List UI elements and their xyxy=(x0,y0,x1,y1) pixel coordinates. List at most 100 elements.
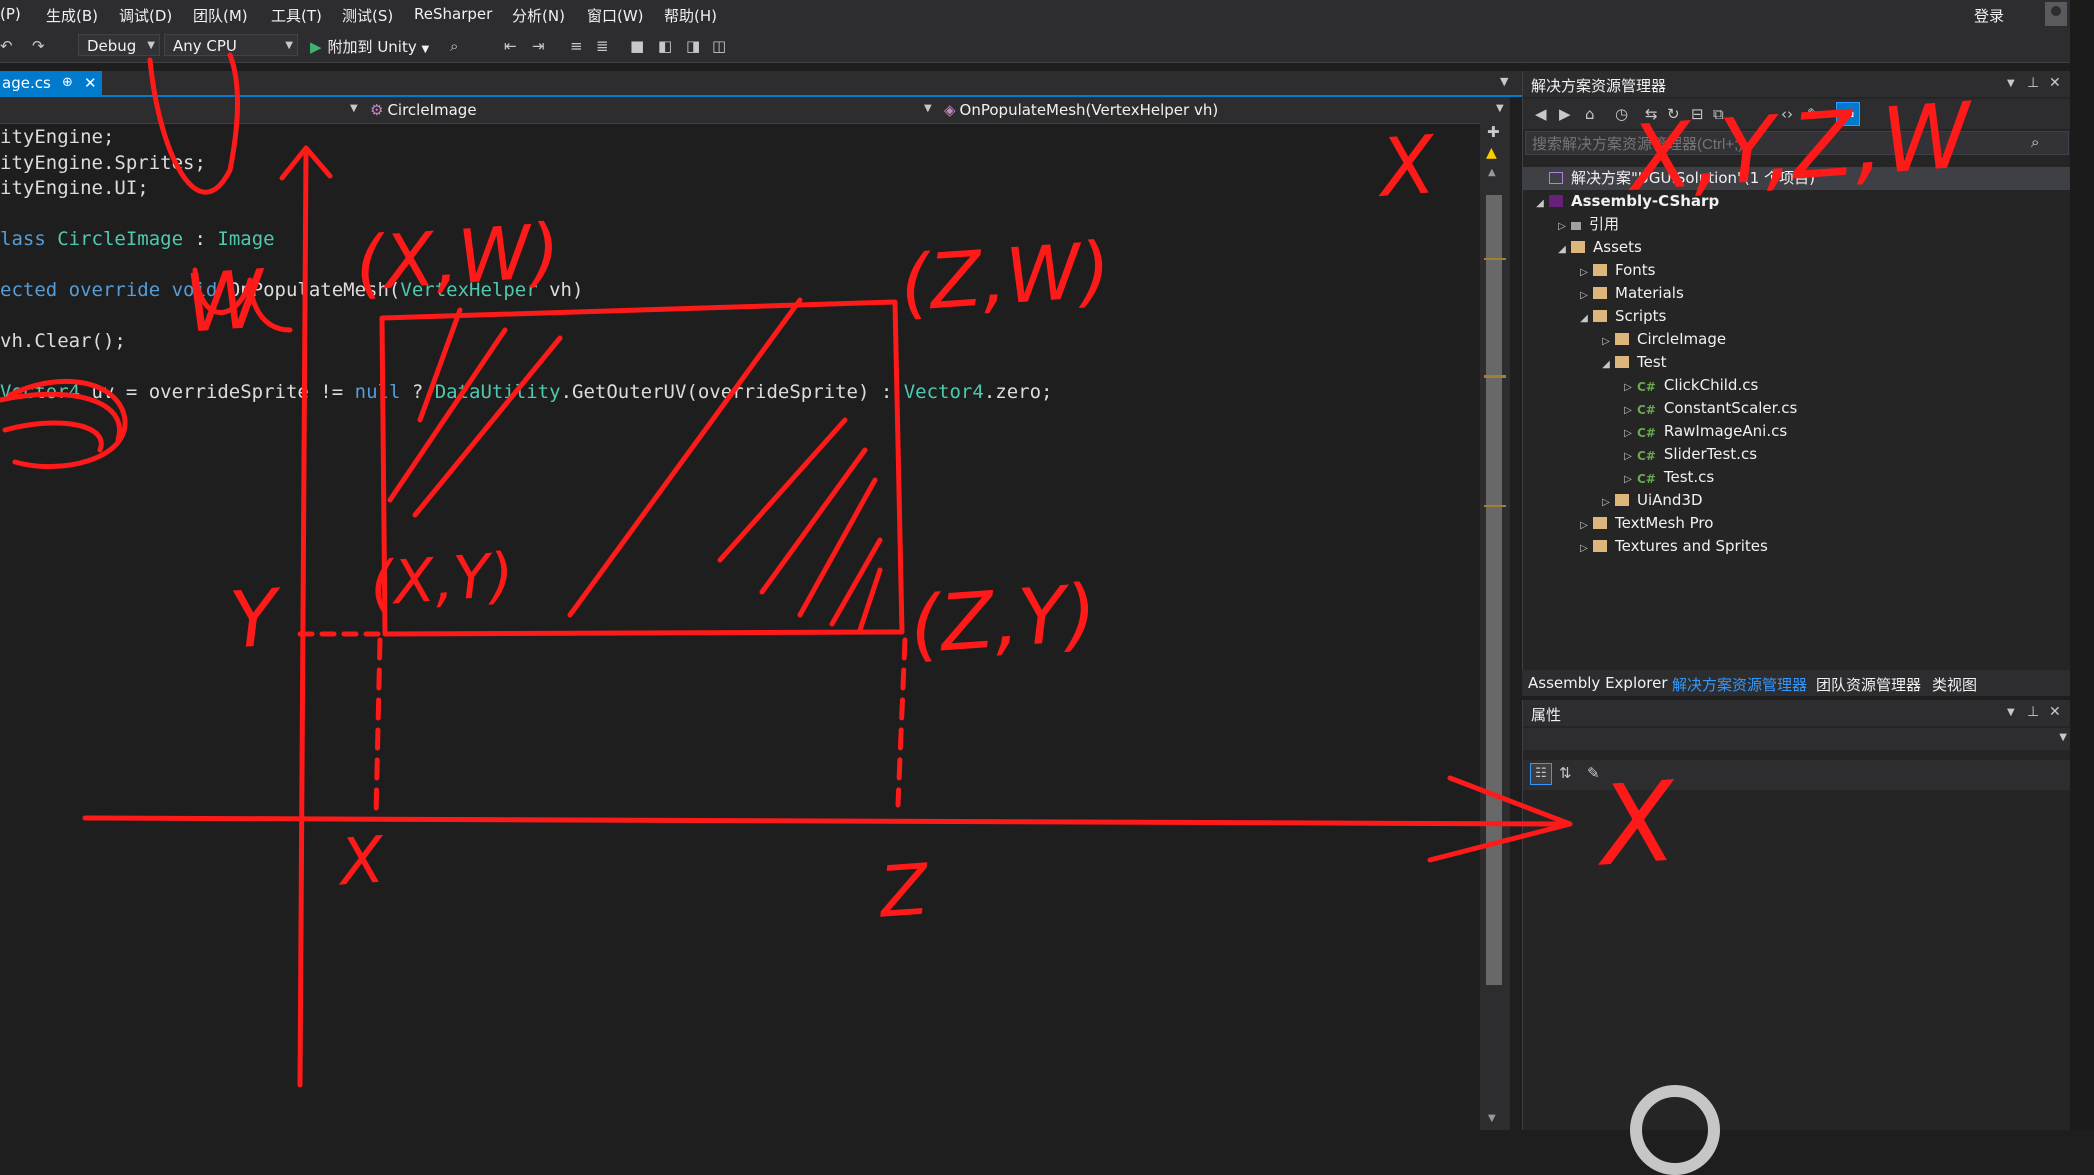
tree-item[interactable]: 解决方案"UGUISolution"(1 个项目) xyxy=(1523,167,2071,190)
login-link[interactable]: 登录 xyxy=(1974,5,2004,26)
categorized-icon[interactable]: ☷ xyxy=(1530,763,1552,785)
collapse-arrow-icon[interactable]: ◢ xyxy=(1531,192,1549,215)
object-selector[interactable]: ▼ xyxy=(1523,728,2071,750)
code-editor[interactable]: ityEngine; ityEngine.Sprites; ityEngine.UI… xyxy=(0,126,1480,1130)
collapse-arrow-icon[interactable]: ◢ xyxy=(1597,353,1615,376)
tree-item[interactable]: ▷ C# SliderTest.cs xyxy=(1619,443,1757,466)
tab-assembly-explorer[interactable]: Assembly Explorer xyxy=(1528,674,1668,692)
tree-item[interactable]: ▷ C# Test.cs xyxy=(1619,466,1714,489)
tree-item[interactable]: ◢ Assets xyxy=(1553,236,1642,259)
search-icon[interactable]: ⌕ xyxy=(2031,133,2039,151)
config-select[interactable]: Debug ▼ xyxy=(78,34,160,56)
chevron-down-icon[interactable]: ▼ xyxy=(1500,75,1508,88)
menu-window[interactable]: 窗口(W) xyxy=(587,5,644,26)
sync-icon[interactable]: ⇆ xyxy=(1645,105,1658,123)
member-selector[interactable]: ◈ OnPopulateMesh(VertexHelper vh) xyxy=(944,99,1218,121)
step-icon[interactable]: ⇤ xyxy=(504,37,517,55)
menu-analyze[interactable]: 分析(N) xyxy=(512,5,565,26)
split-icon[interactable]: ✚ xyxy=(1487,123,1500,141)
back-icon[interactable]: ◀ xyxy=(1535,105,1547,123)
refresh-icon[interactable]: ↻ xyxy=(1667,105,1680,123)
collapse-arrow-icon[interactable]: ◢ xyxy=(1553,238,1571,261)
comment-icon[interactable]: ≡ xyxy=(570,37,583,55)
tree-item[interactable]: ▷ Fonts xyxy=(1575,259,1655,282)
step-over-icon[interactable]: ⇥ xyxy=(532,37,545,55)
pin-icon[interactable]: ⊕ xyxy=(62,71,73,95)
bookmark-prev-icon[interactable]: ◧ xyxy=(658,37,672,55)
tab-team-explorer[interactable]: 团队资源管理器 xyxy=(1816,674,1921,695)
menu-debug[interactable]: 调试(D) xyxy=(119,5,172,26)
tree-item[interactable]: ▷ Textures and Sprites xyxy=(1575,535,1768,558)
chevron-down-icon[interactable]: ▼ xyxy=(1496,103,1504,114)
tab-class-view[interactable]: 类视图 xyxy=(1932,674,1977,695)
menu-help[interactable]: 帮助(H) xyxy=(664,5,717,26)
menu-team[interactable]: 团队(M) xyxy=(193,5,248,26)
close-icon[interactable]: ✕ xyxy=(2049,75,2061,91)
vertical-scrollbar[interactable]: ✚ ▲ ▲ ▼ xyxy=(1480,123,1510,1130)
tab-solution-explorer[interactable]: 解决方案资源管理器 xyxy=(1672,674,1807,695)
expand-arrow-icon[interactable]: ▷ xyxy=(1597,330,1615,353)
chevron-down-icon[interactable]: ▼ xyxy=(2007,78,2015,89)
expand-arrow-icon[interactable]: ▷ xyxy=(1553,215,1571,238)
tree-item[interactable]: ◢ Scripts xyxy=(1575,305,1666,328)
bookmark-next-icon[interactable]: ◨ xyxy=(686,37,700,55)
alphabetical-icon[interactable]: ⇅ xyxy=(1559,764,1572,782)
attach-unity-button[interactable]: ▶ 附加到 Unity ▼ xyxy=(310,36,429,57)
expand-arrow-icon[interactable]: ▷ xyxy=(1619,445,1637,468)
home-icon[interactable]: ⌂ xyxy=(1585,105,1595,123)
menu-build[interactable]: 生成(B) xyxy=(46,5,98,26)
tree-item[interactable]: ▷ CircleImage xyxy=(1597,328,1726,351)
tree-item[interactable]: ▷ C# ClickChild.cs xyxy=(1619,374,1758,397)
expand-arrow-icon[interactable]: ▷ xyxy=(1575,284,1593,307)
preview-toggle-icon[interactable]: ▬ xyxy=(1836,102,1860,126)
bookmark-clear-icon[interactable]: ◫ xyxy=(712,37,726,55)
class-selector[interactable]: ⚙ CircleImage xyxy=(370,99,477,121)
menu-resharper[interactable]: ReSharper xyxy=(414,5,492,23)
menu-tools[interactable]: 工具(T) xyxy=(271,5,322,26)
expand-arrow-icon[interactable]: ▷ xyxy=(1619,422,1637,445)
tree-item[interactable]: ▷ TextMesh Pro xyxy=(1575,512,1713,535)
tree-item[interactable]: ◢ Test xyxy=(1597,351,1666,376)
code-view-icon[interactable]: ‹› xyxy=(1781,105,1793,123)
chevron-down-icon[interactable]: ▼ xyxy=(924,103,932,114)
close-icon[interactable]: ✕ xyxy=(2049,704,2061,720)
tree-item[interactable]: ▷ UiAnd3D xyxy=(1597,489,1702,514)
chevron-down-icon[interactable]: ▼ xyxy=(2007,707,2015,718)
tree-item[interactable]: ◢ Assembly-CSharp xyxy=(1531,190,1719,213)
search-input[interactable] xyxy=(1530,133,2014,155)
find-icon[interactable]: ⌕ xyxy=(450,37,458,55)
collapse-arrow-icon[interactable]: ◢ xyxy=(1575,307,1593,330)
solution-search-box[interactable]: ⌕ xyxy=(1525,131,2069,155)
expand-arrow-icon[interactable]: ▷ xyxy=(1619,399,1637,422)
expand-arrow-icon[interactable]: ▷ xyxy=(1575,261,1593,284)
platform-select[interactable]: Any CPU ▼ xyxy=(164,34,298,56)
bookmark-icon[interactable]: ■ xyxy=(630,37,644,55)
scroll-down-icon[interactable]: ▼ xyxy=(1488,1113,1496,1124)
expand-arrow-icon[interactable]: ▷ xyxy=(1597,491,1615,514)
history-icon[interactable]: ◷ xyxy=(1615,105,1628,123)
tree-item[interactable]: ▷ C# ConstantScaler.cs xyxy=(1619,397,1797,420)
tab-circleimage-cs[interactable]: age.cs ⊕ ✕ xyxy=(0,71,102,95)
pin-icon[interactable]: ⊥ xyxy=(2027,704,2039,720)
expand-arrow-icon[interactable]: ▷ xyxy=(1619,376,1637,399)
chevron-down-icon[interactable]: ▼ xyxy=(350,103,358,114)
forward-icon[interactable]: ▶ xyxy=(1559,105,1571,123)
expand-arrow-icon[interactable]: ▷ xyxy=(1575,537,1593,560)
expand-arrow-icon[interactable]: ▷ xyxy=(1619,468,1637,491)
close-icon[interactable]: ✕ xyxy=(84,71,97,95)
pin-icon[interactable]: ⊥ xyxy=(2027,75,2039,91)
tree-item[interactable]: ▷ 引用 xyxy=(1553,213,1619,236)
scroll-thumb[interactable] xyxy=(1486,195,1502,985)
property-pages-icon[interactable]: ✎ xyxy=(1587,764,1600,782)
tree-item[interactable]: ▷ Materials xyxy=(1575,282,1684,305)
redo-icon[interactable]: ↷ xyxy=(32,37,45,55)
menu-project[interactable]: (P) xyxy=(0,5,21,23)
menu-test[interactable]: 测试(S) xyxy=(342,5,393,26)
tree-item[interactable]: ▷ C# RawImageAni.cs xyxy=(1619,420,1787,443)
properties-wrench-icon[interactable]: ✎ xyxy=(1807,105,1820,123)
uncomment-icon[interactable]: ≣ xyxy=(596,37,609,55)
avatar[interactable] xyxy=(2045,2,2067,26)
show-all-icon[interactable]: ⧉ xyxy=(1713,105,1724,123)
expand-arrow-icon[interactable]: ▷ xyxy=(1575,514,1593,537)
scroll-up-icon[interactable]: ▲ xyxy=(1488,167,1496,178)
